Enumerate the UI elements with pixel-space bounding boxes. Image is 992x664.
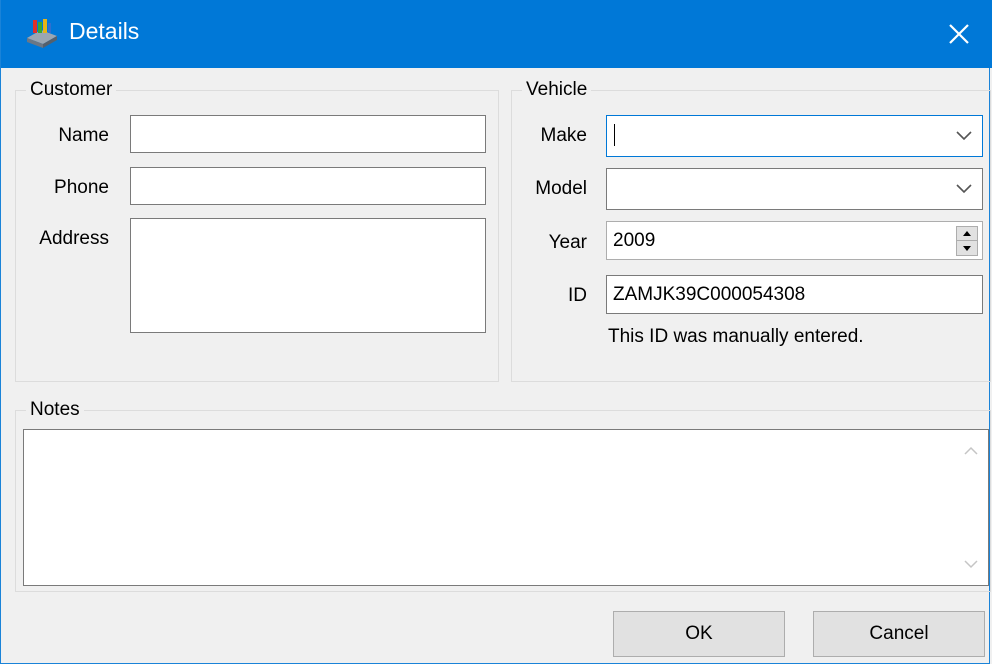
year-spin-buttons [956, 226, 978, 256]
id-note: This ID was manually entered. [608, 326, 864, 347]
scroll-down-icon[interactable] [964, 560, 978, 569]
phone-input[interactable] [131, 168, 485, 204]
year-label: Year [548, 232, 587, 253]
make-input[interactable] [607, 116, 982, 156]
title-bar[interactable]: Details [1, 0, 992, 68]
phone-field[interactable] [130, 167, 486, 205]
notes-input[interactable] [24, 430, 988, 585]
year-stepper[interactable] [606, 221, 983, 260]
phone-label: Phone [54, 177, 109, 198]
notes-scrollbar[interactable] [955, 431, 987, 583]
chevron-down-icon[interactable] [956, 184, 972, 194]
scroll-up-icon[interactable] [964, 446, 978, 455]
address-input[interactable] [131, 219, 485, 332]
triangle-up-icon [963, 231, 971, 236]
year-input[interactable] [607, 222, 982, 259]
text-caret [614, 124, 615, 146]
window-title: Details [69, 18, 140, 44]
address-label: Address [39, 228, 109, 249]
make-combobox[interactable] [606, 115, 983, 157]
vehicle-legend: Vehicle [522, 79, 592, 101]
id-field[interactable] [606, 275, 983, 314]
notes-field[interactable] [23, 429, 989, 586]
name-input[interactable] [131, 116, 485, 152]
details-window: Details Customer Name Phone Address Vehi… [0, 0, 992, 664]
id-input[interactable] [607, 276, 982, 313]
chevron-down-icon[interactable] [956, 131, 972, 141]
id-label: ID [568, 285, 587, 306]
cancel-button[interactable]: Cancel [813, 611, 985, 657]
customer-legend: Customer [26, 79, 117, 101]
app-icon [27, 19, 57, 48]
name-label: Name [58, 125, 109, 146]
close-button[interactable] [925, 0, 992, 68]
triangle-down-icon [963, 246, 971, 251]
spin-up-button[interactable] [957, 227, 977, 241]
close-icon [949, 24, 969, 44]
ok-button[interactable]: OK [613, 611, 785, 657]
notes-legend: Notes [26, 399, 84, 421]
name-field[interactable] [130, 115, 486, 153]
spin-down-button[interactable] [957, 242, 977, 255]
model-label: Model [535, 178, 587, 199]
address-field[interactable] [130, 218, 486, 333]
make-label: Make [540, 125, 587, 146]
model-combobox[interactable] [606, 168, 983, 210]
model-input[interactable] [607, 169, 982, 209]
